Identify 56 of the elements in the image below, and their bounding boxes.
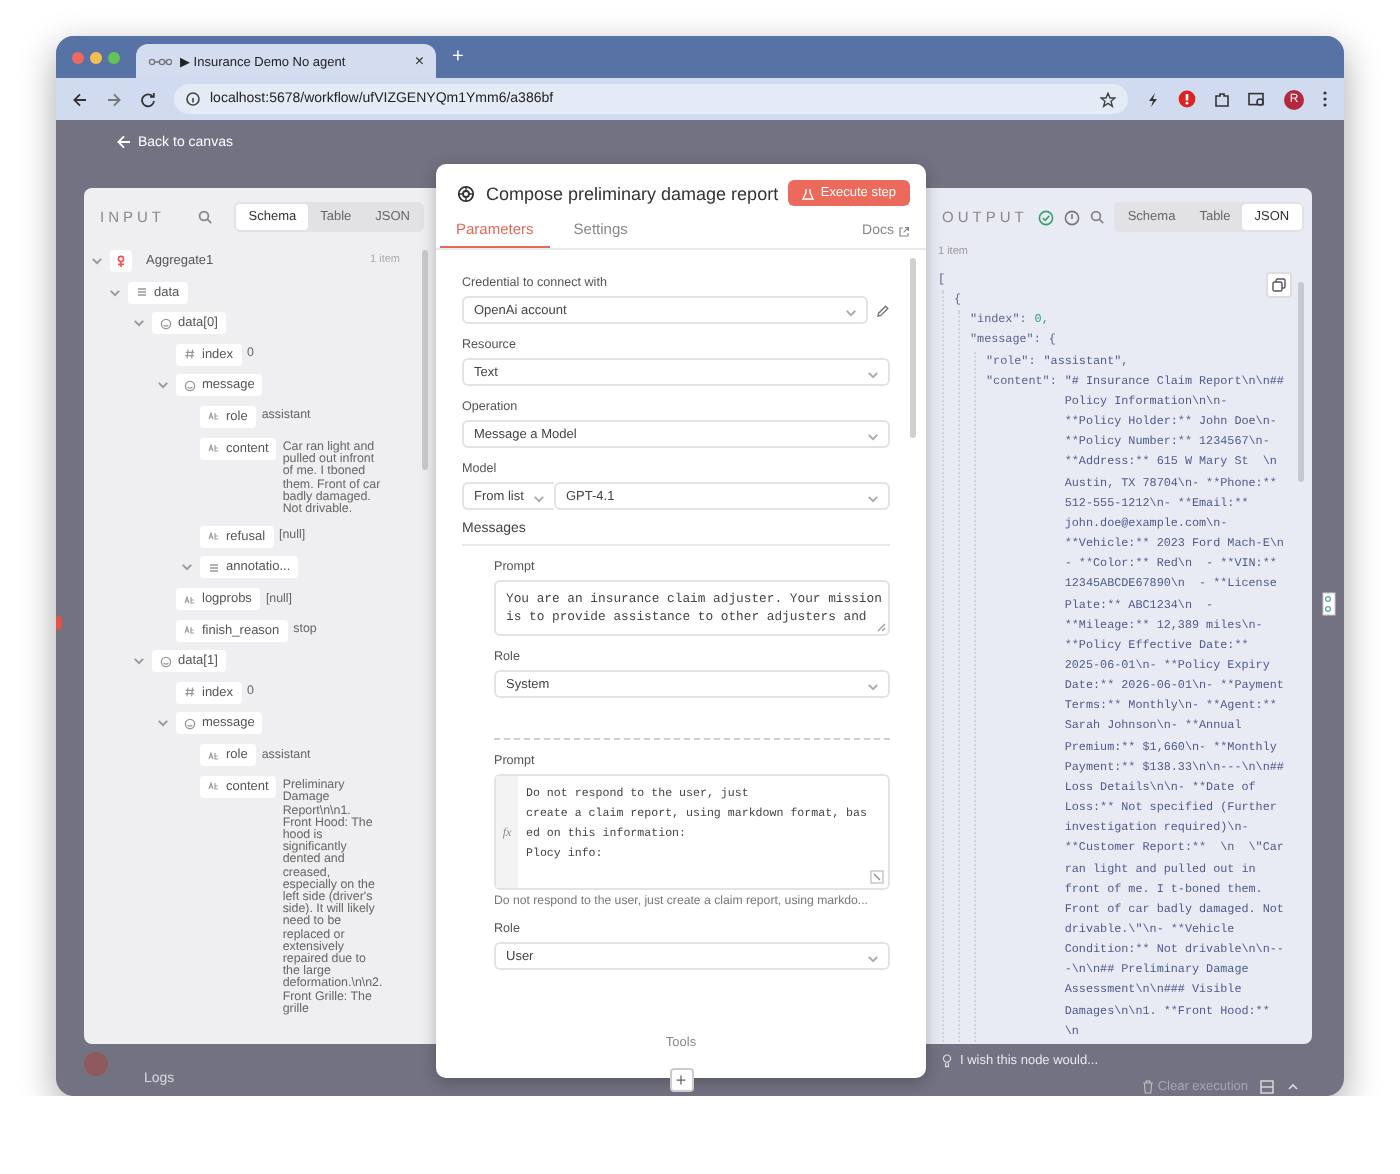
copy-icon — [1272, 278, 1286, 292]
text-type-icon — [208, 442, 220, 455]
expand-icon[interactable] — [870, 870, 884, 884]
workflow-logo-icon — [148, 55, 172, 67]
text-type-icon — [208, 749, 220, 762]
text-type-icon — [184, 593, 196, 606]
back-arrow-icon — [116, 134, 132, 150]
list-icon — [136, 286, 148, 299]
external-link-icon — [898, 225, 910, 237]
lightning-icon[interactable] — [1146, 91, 1160, 107]
object-icon — [184, 379, 196, 392]
screen-search-icon[interactable] — [1248, 91, 1266, 107]
copy-button[interactable] — [1266, 272, 1292, 298]
dialog-title: Compose preliminary damage report — [486, 183, 779, 203]
forward-arrow-icon[interactable] — [106, 91, 122, 107]
object-icon — [160, 655, 172, 668]
text-type-icon — [184, 624, 196, 637]
object-icon — [160, 317, 172, 330]
search-icon — [197, 210, 211, 224]
hash-icon — [184, 686, 196, 699]
chevron-down-icon — [532, 491, 546, 505]
flask-icon — [802, 187, 815, 199]
scrollbar-thumb[interactable] — [1298, 282, 1304, 482]
chevron-down-icon — [866, 367, 880, 381]
star-icon[interactable] — [1100, 91, 1116, 107]
object-icon — [184, 717, 196, 730]
close-tab-button[interactable]: × — [414, 52, 424, 70]
new-tab-button[interactable]: + — [452, 46, 464, 68]
text-type-icon — [208, 410, 220, 423]
lightbulb-icon — [942, 1054, 952, 1068]
gear-knot-icon — [456, 183, 476, 203]
chevron-down-icon — [866, 429, 880, 443]
chevron-up-icon[interactable] — [1286, 1080, 1300, 1094]
hash-icon — [184, 348, 196, 361]
success-check-icon — [1037, 209, 1054, 225]
info-icon — [186, 92, 200, 106]
connector-handle-icon[interactable] — [56, 616, 62, 630]
search-icon — [1089, 210, 1104, 224]
resize-handle-icon — [876, 622, 886, 632]
chevron-down-icon — [866, 951, 880, 965]
chevron-down-icon — [866, 679, 880, 693]
trash-icon — [1141, 1080, 1154, 1094]
more-menu-icon[interactable] — [1322, 90, 1328, 108]
pencil-icon[interactable] — [876, 303, 890, 317]
back-arrow-icon[interactable] — [72, 91, 88, 107]
text-type-icon — [208, 530, 220, 543]
reload-icon[interactable] — [140, 91, 156, 107]
add-tool-button[interactable]: + — [669, 1068, 693, 1092]
chevron-down-icon — [866, 491, 880, 505]
info-icon — [1063, 209, 1080, 225]
list-icon — [208, 561, 220, 574]
chevron-down-icon — [844, 305, 858, 319]
node-handle-icon[interactable] — [1321, 592, 1335, 616]
text-type-icon — [208, 780, 220, 793]
scrollbar-thumb[interactable] — [910, 258, 916, 438]
panel-icon[interactable] — [1260, 1080, 1274, 1094]
